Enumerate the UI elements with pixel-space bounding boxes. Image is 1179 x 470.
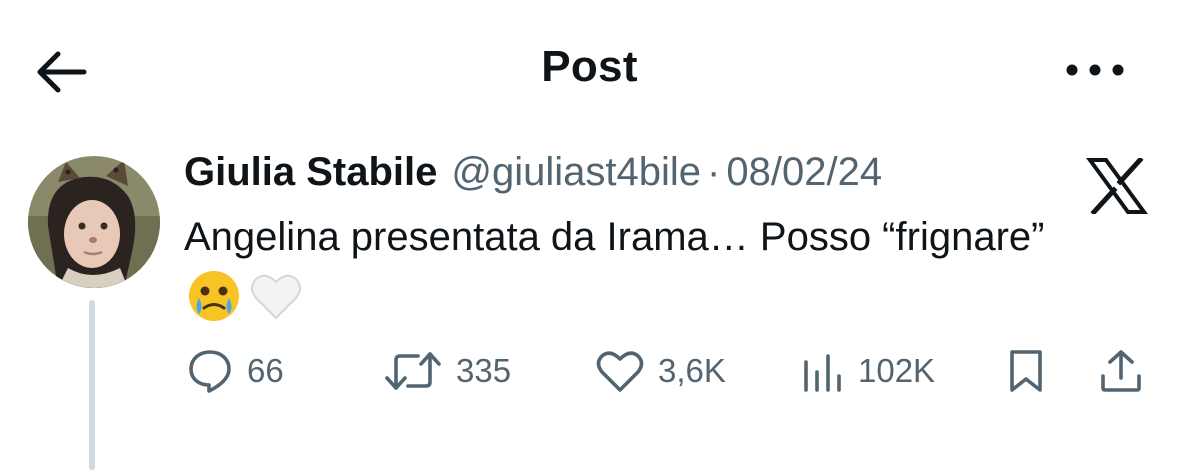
like-count: 3,6K (658, 352, 726, 389)
repost-count: 335 (456, 352, 512, 389)
source-logo (1086, 156, 1148, 216)
share-icon (1101, 350, 1141, 392)
repost-button[interactable]: 335 (384, 345, 511, 397)
reply-count: 66 (247, 352, 284, 389)
share-button[interactable] (1098, 345, 1144, 397)
tweet-text: Angelina presentata da Irama… Posso “fri… (184, 215, 1045, 259)
top-bar: Post (0, 0, 1179, 140)
repost-icon (385, 352, 441, 390)
tweet-emojis (186, 268, 304, 322)
heart-icon (596, 351, 644, 392)
bookmark-icon (1010, 350, 1042, 392)
separator-dot: · (707, 150, 721, 194)
views-chart-icon (804, 354, 841, 392)
tweet-header: Giulia Stabile @giuliast4bile · 08/02/24 (184, 150, 1154, 210)
face-holding-back-tears-emoji (189, 271, 239, 321)
more-options-button[interactable] (1060, 48, 1130, 92)
avatar-photo (28, 156, 160, 288)
reply-button[interactable]: 66 (187, 345, 284, 397)
thread-line (89, 300, 95, 470)
page-title: Post (541, 42, 638, 91)
more-horizontal-icon (1066, 64, 1124, 76)
views-count: 102K (858, 352, 936, 389)
white-heart-emoji (251, 274, 301, 320)
bookmark-button[interactable] (1006, 345, 1046, 397)
avatar[interactable] (28, 156, 160, 288)
x-logo-icon (1086, 156, 1148, 216)
views-button[interactable]: 102K (802, 345, 935, 397)
author-handle[interactable]: @giuliast4bile (451, 150, 701, 195)
reply-icon (189, 350, 231, 393)
tweet-date[interactable]: 08/02/24 (726, 150, 882, 195)
like-button[interactable]: 3,6K (596, 345, 726, 397)
author-name[interactable]: Giulia Stabile (184, 150, 437, 195)
